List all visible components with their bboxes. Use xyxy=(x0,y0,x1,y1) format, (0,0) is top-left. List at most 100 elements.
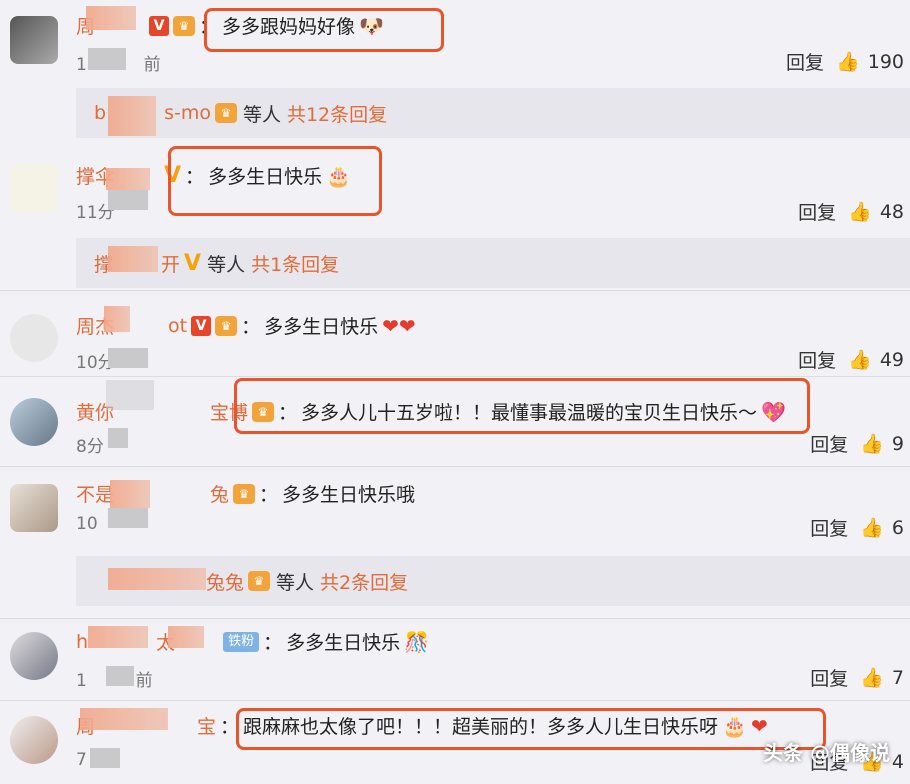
like-count: 48 xyxy=(879,200,904,223)
reply-count-link[interactable]: 共2条回复 xyxy=(320,568,408,595)
avatar[interactable] xyxy=(10,484,58,532)
crown-badge-icon: ♛ xyxy=(214,103,237,123)
avatar[interactable] xyxy=(10,716,58,764)
username-tail[interactable]: 宝博 xyxy=(210,398,248,425)
reply-button[interactable]: 回复 xyxy=(786,48,824,75)
timestamp-tail: 前 xyxy=(135,671,153,691)
timestamp: 1 xyxy=(76,55,87,75)
like-button[interactable]: 👍 190 xyxy=(836,50,904,74)
redaction-mask xyxy=(108,96,156,136)
reply-button[interactable]: 回复 xyxy=(798,198,836,225)
thumbs-up-icon: 👍 xyxy=(860,433,884,455)
verified-v-icon: V xyxy=(191,315,212,336)
thumbs-up-icon: 👍 xyxy=(836,51,860,73)
avatar[interactable] xyxy=(10,632,58,680)
like-count: 190 xyxy=(867,50,904,73)
username[interactable]: h xyxy=(76,631,88,653)
redaction-mask xyxy=(104,306,130,332)
redaction-mask xyxy=(90,748,120,768)
fans-badge: 铁粉 xyxy=(223,631,260,652)
avatar[interactable] xyxy=(10,16,58,64)
crown-badge-icon: ♛ xyxy=(173,15,196,36)
comment-text: 多多跟妈妈好像 xyxy=(222,16,356,38)
redaction-mask xyxy=(108,428,128,448)
redaction-mask xyxy=(108,190,148,210)
redaction-mask xyxy=(106,168,150,190)
like-count: 4 xyxy=(891,750,904,773)
reply-etc-label: 等人 xyxy=(242,103,281,126)
crown-badge-icon: ♛ xyxy=(233,483,256,504)
avatar[interactable] xyxy=(10,314,58,362)
username-tail[interactable]: 宝 xyxy=(197,712,216,739)
thumbs-up-icon: 👍 xyxy=(848,201,872,223)
watermark: 头条 @偶像说 xyxy=(763,741,890,765)
replies-summary[interactable]: b s-mo ♛ 等人 共12条回复 xyxy=(76,88,910,138)
redaction-mask xyxy=(110,480,150,508)
party-emoji-icon: 🎊 xyxy=(404,629,430,654)
redaction-mask xyxy=(88,48,126,70)
username-tail[interactable]: 兔 xyxy=(210,480,229,507)
comment-text: 多多生日快乐 xyxy=(264,316,379,338)
redaction-mask xyxy=(86,6,136,30)
redaction-mask xyxy=(108,508,148,528)
thumbs-up-icon: 👍 xyxy=(860,517,884,539)
reply-etc-label: 等人 xyxy=(276,571,315,594)
crown-badge-icon: ♛ xyxy=(215,315,238,336)
heart-emoji-icon: ❤❤ xyxy=(382,313,416,338)
timestamp: 8分 xyxy=(76,437,104,457)
like-button[interactable]: 👍 48 xyxy=(848,200,904,224)
redaction-mask xyxy=(106,666,134,686)
like-button[interactable]: 👍 9 xyxy=(860,432,904,456)
redaction-mask xyxy=(108,348,148,368)
reply-username-tail[interactable]: 兔兔 xyxy=(206,568,244,595)
username-tail[interactable]: ot xyxy=(168,315,187,337)
like-count: 9 xyxy=(891,432,904,455)
comment-text: 多多人儿十五岁啦！！最懂事最温暖的宝贝生日快乐～ xyxy=(301,402,758,424)
crown-badge-icon: ♛ xyxy=(248,571,271,591)
thumbs-up-icon: 👍 xyxy=(848,349,872,371)
redaction-mask xyxy=(108,246,158,272)
avatar[interactable] xyxy=(10,398,58,446)
reply-username-tail[interactable]: 开 xyxy=(161,250,180,277)
like-button[interactable]: 👍 49 xyxy=(848,348,904,372)
cake-emoji-icon: 🎂 xyxy=(722,713,747,738)
verified-v-icon: V xyxy=(164,163,182,188)
reply-username[interactable]: b xyxy=(94,102,106,124)
redaction-mask xyxy=(106,380,154,410)
reply-button[interactable]: 回复 xyxy=(810,664,848,691)
verified-v-icon: V xyxy=(149,15,170,36)
thumbs-up-icon: 👍 xyxy=(860,667,884,689)
redaction-mask xyxy=(108,568,206,590)
timestamp-tail: 前 xyxy=(143,55,161,75)
crown-badge-icon: ♛ xyxy=(252,401,275,422)
reply-count-link[interactable]: 共1条回复 xyxy=(251,250,339,277)
username[interactable]: 不是 xyxy=(76,480,114,507)
comment-text: 多多生日快乐哦 xyxy=(282,484,416,506)
timestamp: 7 xyxy=(76,750,87,770)
reply-username-tail[interactable]: s-mo xyxy=(164,102,211,124)
timestamp: 1 xyxy=(76,671,87,691)
reply-button[interactable]: 回复 xyxy=(810,514,848,541)
comment-text: 多多生日快乐 xyxy=(286,632,401,654)
cake-emoji-icon: 🎂 xyxy=(326,163,351,188)
verified-v-icon: V xyxy=(184,250,202,276)
avatar[interactable] xyxy=(10,164,58,212)
reply-count-link[interactable]: 共12条回复 xyxy=(287,100,387,127)
reply-button[interactable]: 回复 xyxy=(798,346,836,373)
like-count: 7 xyxy=(891,666,904,689)
heart-gift-emoji-icon: 💖 xyxy=(761,399,786,424)
timestamp: 10 xyxy=(76,514,98,534)
redaction-mask xyxy=(168,626,204,648)
comment-text: 跟麻麻也太像了吧！！！超美丽的！多多人儿生日快乐呀 xyxy=(243,716,719,738)
redaction-mask xyxy=(80,708,168,730)
redaction-mask xyxy=(88,626,148,648)
heart-emoji-icon: ❤ xyxy=(750,713,768,738)
reply-button[interactable]: 回复 xyxy=(810,430,848,457)
like-count: 49 xyxy=(879,348,904,371)
like-button[interactable]: 👍 6 xyxy=(860,516,904,540)
like-button[interactable]: 👍 7 xyxy=(860,666,904,690)
dog-emoji-icon: 🐶 xyxy=(359,13,384,38)
comment-text: 多多生日快乐 xyxy=(208,166,323,188)
replies-summary[interactable]: 撑 开 V 等人 共1条回复 xyxy=(76,238,910,288)
reply-etc-label: 等人 xyxy=(207,253,246,276)
